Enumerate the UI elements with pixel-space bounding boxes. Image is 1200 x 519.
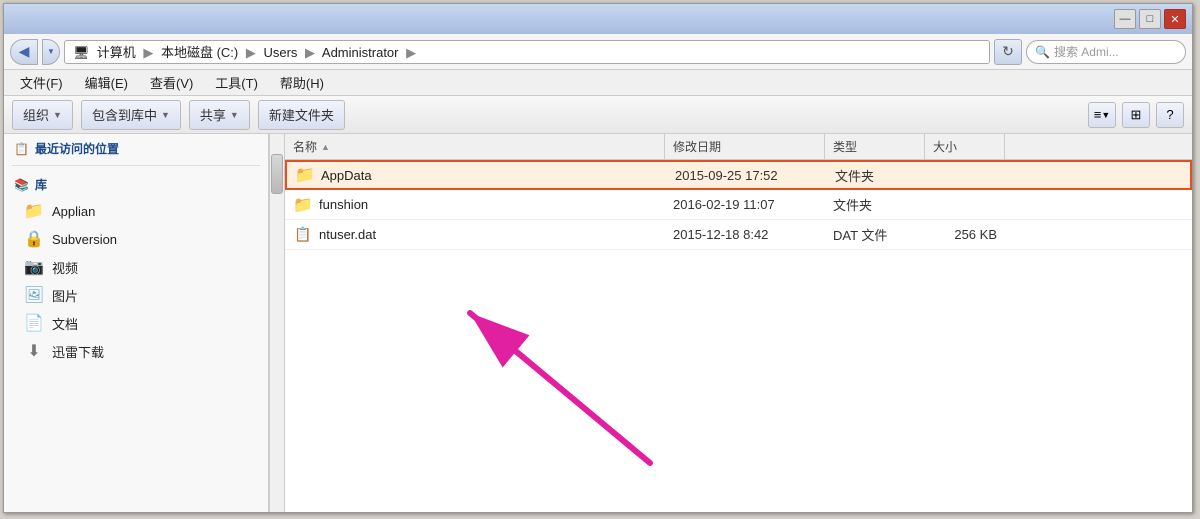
search-icon: 🔍 (1035, 45, 1050, 59)
col-header-size[interactable]: 大小 (925, 134, 1005, 159)
col-header-date[interactable]: 修改日期 (665, 134, 825, 159)
sidebar-item-subversion[interactable]: 🔒 Subversion (4, 225, 268, 253)
file-name-cell: 📋 ntuser.dat (285, 225, 665, 245)
file-date-cell: 2015-09-25 17:52 (667, 168, 827, 183)
help-icon: ? (1166, 107, 1173, 122)
file-folder-icon: 📁 (295, 165, 315, 185)
main-area: 📋 最近访问的位置 📚 库 📁 Applian 🔒 Subversion (4, 134, 1192, 512)
file-dat-icon: 📋 (293, 225, 313, 245)
include-library-button[interactable]: 包含到库中 ▼ (81, 100, 181, 130)
file-name: funshion (319, 197, 368, 212)
pictures-folder-icon: 🖼 (24, 285, 44, 305)
recent-section-title: 📋 最近访问的位置 (4, 134, 268, 161)
applian-folder-icon: 📁 (24, 201, 44, 221)
sidebar-divider-1 (12, 165, 260, 166)
sidebar-item-downloads[interactable]: ⬇ 迅雷下载 (4, 337, 268, 365)
menu-file[interactable]: 文件(F) (10, 71, 73, 94)
search-box[interactable]: 🔍 搜索 Admi... (1026, 40, 1186, 64)
library-section-title: 📚 库 (4, 170, 268, 197)
toolbar: 组织 ▼ 包含到库中 ▼ 共享 ▼ 新建文件夹 ≡ ▼ ⊞ (4, 96, 1192, 134)
sidebar-item-documents-label: 文档 (52, 314, 78, 333)
back-button[interactable]: ◀ (10, 39, 38, 65)
sidebar-item-documents[interactable]: 📄 文档 (4, 309, 268, 337)
search-placeholder: 搜索 Admi... (1054, 43, 1119, 60)
explorer-window: — □ ✕ ◀ ▼ 🖥 计算机 ▶ 本地磁盘 (C:) ▶ Users ▶ Ad… (3, 3, 1193, 513)
new-folder-button[interactable]: 新建文件夹 (258, 100, 345, 130)
library-icon: 📚 (14, 178, 29, 192)
address-path[interactable]: 🖥 计算机 ▶ 本地磁盘 (C:) ▶ Users ▶ Administrato… (64, 40, 990, 64)
file-date-cell: 2016-02-19 11:07 (665, 197, 825, 212)
sidebar-item-pictures-label: 图片 (52, 286, 78, 305)
scrollbar-thumb[interactable] (271, 154, 283, 194)
file-type-cell: DAT 文件 (825, 225, 925, 244)
forward-icon: ▼ (47, 47, 55, 56)
table-row[interactable]: 📋 ntuser.dat 2015-12-18 8:42 DAT 文件 256 … (285, 220, 1192, 250)
view-arrow-icon: ▼ (1101, 110, 1110, 120)
maximize-button[interactable]: □ (1139, 9, 1161, 29)
back-icon: ◀ (19, 43, 30, 60)
file-name-cell: 📁 AppData (287, 165, 667, 185)
toolbar-right: ≡ ▼ ⊞ ? (1088, 102, 1184, 128)
help-button[interactable]: ? (1156, 102, 1184, 128)
forward-button[interactable]: ▼ (42, 39, 60, 65)
menu-help[interactable]: 帮助(H) (270, 71, 334, 94)
file-type-cell: 文件夹 (825, 195, 925, 214)
refresh-icon: ↻ (1002, 43, 1014, 60)
view-icon: ≡ (1094, 107, 1102, 122)
minimize-button[interactable]: — (1114, 9, 1136, 29)
menu-edit[interactable]: 编辑(E) (75, 71, 138, 94)
organize-label: 组织 (23, 105, 49, 124)
menu-tools[interactable]: 工具(T) (205, 71, 268, 94)
share-button[interactable]: 共享 ▼ (189, 100, 250, 130)
recent-icon: 📋 (14, 142, 29, 156)
view-grid-button[interactable]: ⊞ (1122, 102, 1150, 128)
organize-arrow: ▼ (53, 110, 62, 120)
sidebar: 📋 最近访问的位置 📚 库 📁 Applian 🔒 Subversion (4, 134, 269, 512)
file-size-cell: 256 KB (925, 227, 1005, 242)
file-list: 📁 AppData 2015-09-25 17:52 文件夹 📁 funshio… (285, 160, 1192, 512)
col-header-name[interactable]: 名称 ▲ (285, 134, 665, 159)
menu-bar: 文件(F) 编辑(E) 查看(V) 工具(T) 帮助(H) (4, 70, 1192, 96)
share-arrow: ▼ (230, 110, 239, 120)
address-bar: ◀ ▼ 🖥 计算机 ▶ 本地磁盘 (C:) ▶ Users ▶ Administ… (4, 34, 1192, 70)
file-name-cell: 📁 funshion (285, 195, 665, 215)
file-name: AppData (321, 168, 372, 183)
sidebar-scrollbar[interactable] (269, 134, 285, 512)
file-folder-icon: 📁 (293, 195, 313, 215)
downloads-folder-icon: ⬇ (24, 341, 44, 361)
subversion-lock-icon: 🔒 (24, 229, 44, 249)
view-toggle-button[interactable]: ≡ ▼ (1088, 102, 1116, 128)
video-folder-icon: 📷 (24, 257, 44, 277)
window-controls: — □ ✕ (1114, 9, 1186, 29)
table-row[interactable]: 📁 funshion 2016-02-19 11:07 文件夹 (285, 190, 1192, 220)
view-grid-icon: ⊞ (1131, 107, 1142, 123)
share-label: 共享 (200, 105, 226, 124)
sidebar-item-video-label: 视频 (52, 258, 78, 277)
documents-folder-icon: 📄 (24, 313, 44, 333)
include-library-arrow: ▼ (161, 110, 170, 120)
organize-button[interactable]: 组织 ▼ (12, 100, 73, 130)
include-library-label: 包含到库中 (92, 105, 157, 124)
sidebar-item-applian[interactable]: 📁 Applian (4, 197, 268, 225)
file-area: 名称 ▲ 修改日期 类型 大小 (285, 134, 1192, 512)
table-row[interactable]: 📁 AppData 2015-09-25 17:52 文件夹 (285, 160, 1192, 190)
file-type-cell: 文件夹 (827, 166, 927, 185)
sidebar-item-subversion-label: Subversion (52, 232, 117, 247)
file-column-headers: 名称 ▲ 修改日期 类型 大小 (285, 134, 1192, 160)
title-bar: — □ ✕ (4, 4, 1192, 34)
close-button[interactable]: ✕ (1164, 9, 1186, 29)
new-folder-label: 新建文件夹 (269, 105, 334, 124)
refresh-button[interactable]: ↻ (994, 39, 1022, 65)
file-date-cell: 2015-12-18 8:42 (665, 227, 825, 242)
sidebar-item-downloads-label: 迅雷下载 (52, 342, 104, 361)
col-header-type[interactable]: 类型 (825, 134, 925, 159)
col-sort-icon: ▲ (321, 142, 330, 152)
sidebar-item-video[interactable]: 📷 视频 (4, 253, 268, 281)
file-name: ntuser.dat (319, 227, 376, 242)
sidebar-item-applian-label: Applian (52, 204, 95, 219)
menu-view[interactable]: 查看(V) (140, 71, 203, 94)
path-segment: 🖥 计算机 ▶ 本地磁盘 (C:) ▶ Users ▶ Administrato… (73, 42, 420, 61)
sidebar-item-pictures[interactable]: 🖼 图片 (4, 281, 268, 309)
